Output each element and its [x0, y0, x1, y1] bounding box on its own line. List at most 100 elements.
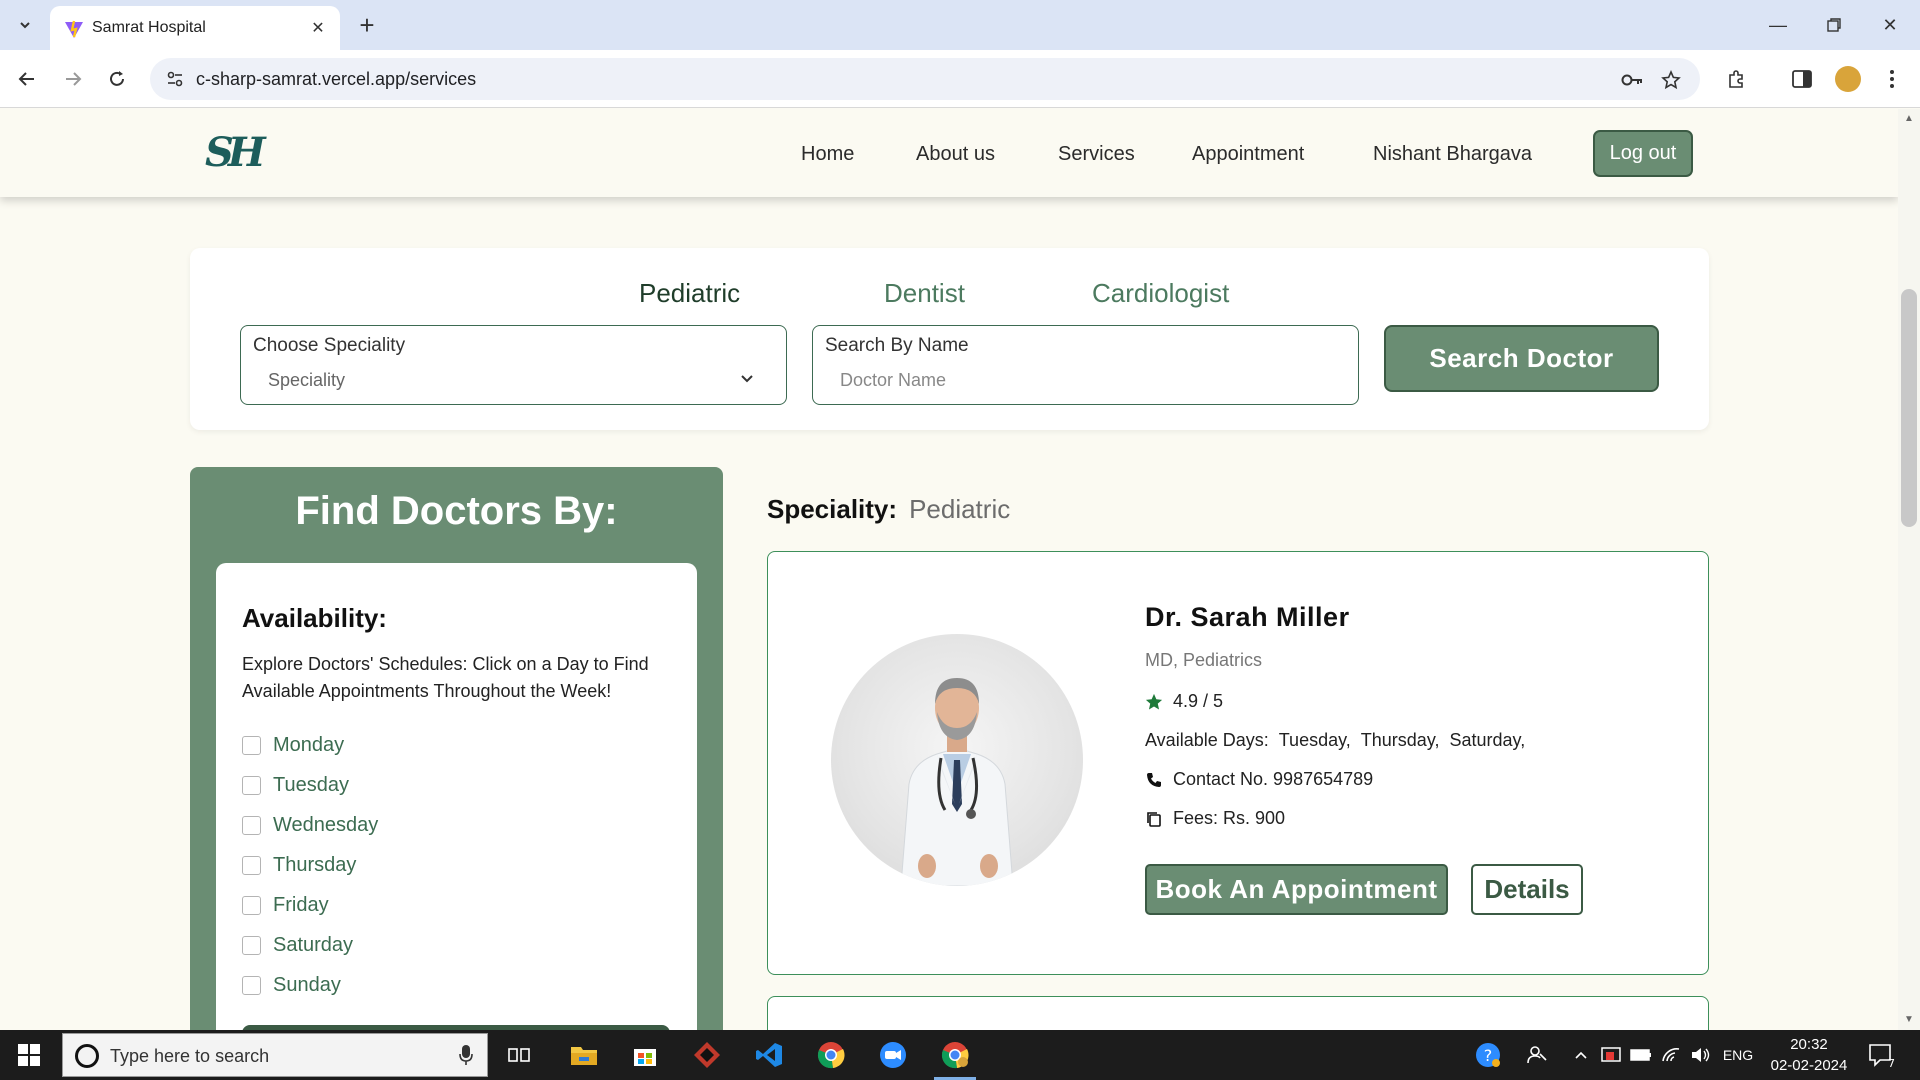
copy-icon — [1145, 810, 1163, 828]
speciality-select[interactable]: Choose Speciality Speciality — [240, 325, 787, 405]
wifi-icon[interactable] — [1658, 1030, 1684, 1080]
site-logo[interactable]: SH — [205, 129, 266, 176]
results-speciality: Speciality: Pediatric — [767, 494, 1010, 525]
scroll-down-arrow-icon[interactable]: ▼ — [1903, 1014, 1915, 1026]
day-option-monday[interactable]: Monday — [242, 730, 344, 760]
bookmark-star-icon[interactable] — [1658, 67, 1684, 93]
doctor-available-days: Available Days: Tuesday, Thursday, Satur… — [1145, 730, 1526, 750]
chrome-icon[interactable] — [802, 1030, 860, 1080]
doctor-card: Dr. Sarah Miller MD, Pediatrics 4.9 / 5 … — [767, 551, 1709, 975]
day-option-friday[interactable]: Friday — [242, 890, 329, 920]
forward-icon[interactable] — [56, 62, 90, 96]
star-icon — [1145, 693, 1163, 711]
doctor-card — [767, 996, 1709, 1030]
checkbox[interactable] — [242, 775, 261, 795]
availability-title: Availability: — [242, 603, 387, 633]
availability-description: Explore Doctors' Schedules: Click on a D… — [242, 654, 649, 701]
checkbox[interactable] — [242, 815, 261, 835]
speciality-value: Speciality — [268, 370, 346, 390]
svg-text:?: ? — [1484, 1046, 1493, 1065]
battery-icon[interactable] — [1628, 1030, 1654, 1080]
doctor-name-input[interactable]: Doctor Name — [840, 370, 946, 391]
url-text: c-sharp-samrat.vercel.app/services — [196, 69, 477, 89]
speciality-current: Pediatric — [909, 494, 1011, 524]
day-option-saturday[interactable]: Saturday — [242, 930, 353, 960]
checkbox[interactable] — [242, 975, 261, 995]
task-view-icon[interactable] — [490, 1030, 548, 1080]
scroll-thumb[interactable] — [1901, 289, 1917, 527]
browser-menu-icon[interactable] — [1876, 63, 1908, 95]
checkbox[interactable] — [242, 735, 261, 755]
doctor-search-card: Pediatric Dentist Cardiologist Choose Sp… — [190, 248, 1709, 430]
checkbox[interactable] — [242, 855, 261, 875]
vscode-icon[interactable] — [740, 1030, 798, 1080]
volume-icon[interactable] — [1688, 1030, 1714, 1080]
nav-services[interactable]: Services — [1058, 143, 1135, 166]
nav-home[interactable]: Home — [801, 143, 854, 166]
tab-dentist[interactable]: Dentist — [884, 278, 965, 309]
zoom-icon[interactable] — [864, 1030, 922, 1080]
taskbar-clock[interactable]: 20:32 02-02-2024 — [1762, 1034, 1856, 1076]
day-option-thursday[interactable]: Thursday — [242, 850, 356, 880]
taskbar-search-box[interactable]: Type here to search — [62, 1033, 488, 1077]
doctor-contact: Contact No. 9987654789 — [1145, 769, 1373, 790]
filter-panel: Find Doctors By: Availability: Explore D… — [190, 467, 723, 1030]
security-alert-icon[interactable] — [1598, 1030, 1624, 1080]
nav-about-us[interactable]: About us — [916, 143, 995, 166]
speciality-heading: Speciality: — [767, 494, 898, 524]
app-red-icon[interactable] — [678, 1030, 736, 1080]
help-icon[interactable]: ? — [1470, 1030, 1506, 1080]
search-doctor-button[interactable]: Search Doctor — [1384, 325, 1659, 392]
language-indicator[interactable]: ENG — [1718, 1030, 1758, 1080]
new-tab-button[interactable]: + — [352, 10, 382, 40]
back-icon[interactable] — [10, 62, 44, 96]
browser-tab-bar: Samrat Hospital ✕ + — ✕ — [0, 0, 1920, 50]
doctor-photo — [831, 634, 1083, 886]
search-icon — [75, 1044, 99, 1068]
show-hidden-icons-chevron-icon[interactable] — [1570, 1030, 1592, 1080]
tab-list-button[interactable] — [8, 8, 42, 42]
restore-button[interactable] — [1814, 8, 1854, 42]
notification-center-icon[interactable]: 7 — [1866, 1040, 1896, 1070]
tab-close-icon[interactable]: ✕ — [306, 16, 330, 40]
doctor-degree: MD, Pediatrics — [1145, 650, 1263, 670]
microphone-icon[interactable] — [459, 1044, 473, 1066]
windows-taskbar: Type here to search ? ENG 20:32 02-02-20… — [0, 1030, 1920, 1080]
browser-tab[interactable]: Samrat Hospital ✕ — [50, 6, 340, 50]
side-panel-icon[interactable] — [1786, 63, 1818, 95]
reload-icon[interactable] — [100, 62, 134, 96]
profile-avatar[interactable] — [1832, 63, 1864, 95]
logout-button[interactable]: Log out — [1593, 130, 1693, 177]
day-option-wednesday[interactable]: Wednesday — [242, 810, 378, 840]
day-option-sunday[interactable]: Sunday — [242, 970, 341, 1000]
address-bar[interactable]: c-sharp-samrat.vercel.app/services — [150, 58, 1700, 100]
minimize-button[interactable]: — — [1758, 8, 1798, 42]
windows-start-icon[interactable] — [0, 1030, 58, 1080]
page-scrollbar[interactable]: ▲ ▼ — [1898, 109, 1920, 1030]
close-window-button[interactable]: ✕ — [1870, 8, 1910, 42]
microsoft-store-icon[interactable] — [616, 1030, 674, 1080]
doctor-name: Dr. Sarah Miller — [1145, 602, 1350, 632]
chevron-down-icon — [741, 375, 753, 383]
scroll-up-arrow-icon[interactable]: ▲ — [1903, 113, 1915, 125]
site-settings-icon[interactable] — [164, 68, 186, 90]
details-button[interactable]: Details — [1471, 864, 1583, 915]
checkbox[interactable] — [242, 895, 261, 915]
password-key-icon[interactable] — [1619, 67, 1645, 93]
nav-appointment[interactable]: Appointment — [1192, 143, 1304, 166]
extensions-icon[interactable] — [1720, 63, 1752, 95]
clock-time: 20:32 — [1790, 1036, 1828, 1053]
doctor-name-field[interactable]: Search By Name Doctor Name — [812, 325, 1359, 405]
nav-user-name[interactable]: Nishant Bhargava — [1373, 143, 1532, 166]
taskbar-search-placeholder: Type here to search — [110, 1046, 270, 1066]
day-option-tuesday[interactable]: Tuesday — [242, 770, 349, 800]
filter-title: Find Doctors By: — [295, 489, 618, 533]
tab-pediatric[interactable]: Pediatric — [639, 278, 740, 309]
book-appointment-button[interactable]: Book An Appointment — [1145, 864, 1448, 915]
file-explorer-icon[interactable] — [555, 1030, 613, 1080]
people-icon[interactable] — [1522, 1030, 1552, 1080]
speciality-label: Choose Speciality — [253, 335, 406, 356]
checkbox[interactable] — [242, 935, 261, 955]
chrome-active-window-icon[interactable] — [926, 1030, 984, 1080]
tab-cardiologist[interactable]: Cardiologist — [1092, 278, 1229, 309]
